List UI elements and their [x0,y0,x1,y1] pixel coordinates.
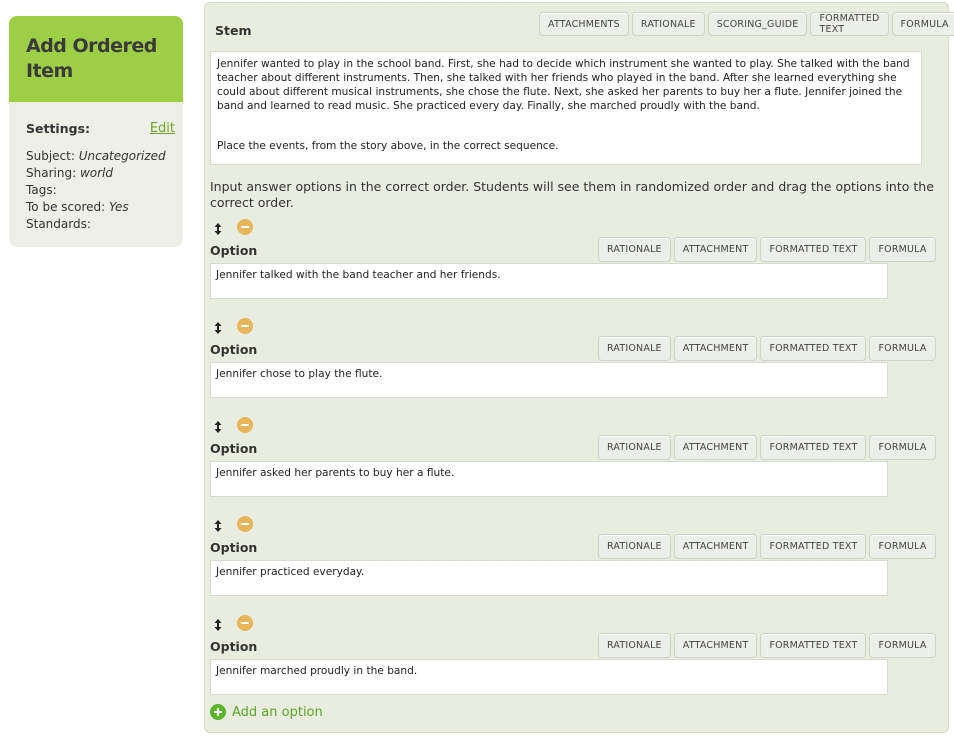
stem-rationale-button[interactable]: RATIONALE [631,12,705,36]
option-formula-button[interactable]: FORMULA [869,633,936,658]
option-input[interactable]: Jennifer chose to play the flute. [210,362,888,398]
drag-handle-icon[interactable] [213,619,223,631]
option-input[interactable]: Jennifer talked with the band teacher an… [210,263,888,299]
stem-toolbar: ATTACHMENTS RATIONALE SCORING_GUIDE FORMATT… [539,12,954,36]
option-toolbar: RATIONALE ATTACHMENT FORMATTED TEXT FORMULA [598,336,936,361]
stem-label: Stem [215,23,252,38]
option-rationale-button[interactable]: RATIONALE [598,336,671,361]
option-toolbar: RATIONALE ATTACHMENT FORMATTED TEXT FORMULA [598,534,936,559]
add-option-button[interactable]: Add an option [210,704,323,720]
option-label: Option [210,243,258,258]
option-formula-button[interactable]: FORMULA [869,237,936,262]
setting-label: Tags: [26,183,57,197]
answer-option: Option RATIONALE ATTACHMENT FORMATTED TEXT F… [205,604,948,703]
setting-value: Uncategorized [78,149,166,163]
answer-option: Option RATIONALE ATTACHMENT FORMATTED TEXT F… [205,307,948,406]
setting-row: Sharing: world [26,165,175,182]
option-attachment-button[interactable]: ATTACHMENT [673,534,758,559]
panel-header: Add Ordered Item [9,16,183,102]
option-attachment-button[interactable]: ATTACHMENT [673,336,758,361]
option-formatted-text-button[interactable]: FORMATTED TEXT [760,336,867,361]
option-label: Option [210,441,258,456]
drag-handle-icon[interactable] [213,322,223,334]
option-toolbar: RATIONALE ATTACHMENT FORMATTED TEXT FORMULA [598,237,936,262]
drag-handle-icon[interactable] [213,223,223,235]
option-formatted-text-button[interactable]: FORMATTED TEXT [760,633,867,658]
option-label: Option [210,342,258,357]
item-settings-panel: Add Ordered Item Settings: Edit Subject:… [9,16,183,247]
drag-handle-icon[interactable] [213,520,223,532]
stem-scoring-guide-button[interactable]: SCORING_GUIDE [707,12,808,36]
setting-label: To be scored: [26,200,109,214]
setting-row: Tags: [26,182,175,199]
option-formula-button[interactable]: FORMULA [869,534,936,559]
setting-label: Sharing: [26,166,80,180]
plus-circle-icon [210,704,226,720]
option-label: Option [210,639,258,654]
option-attachment-button[interactable]: ATTACHMENT [673,237,758,262]
option-rationale-button[interactable]: RATIONALE [598,633,671,658]
option-attachment-button[interactable]: ATTACHMENT [673,435,758,460]
settings-label: Settings: [26,121,91,136]
item-editor: Stem ATTACHMENTS RATIONALE SCORING_GUIDE FO… [204,2,954,733]
drag-handle-icon[interactable] [213,421,223,433]
option-label: Option [210,540,258,555]
stem-attachments-button[interactable]: ATTACHMENTS [539,12,629,36]
option-rationale-button[interactable]: RATIONALE [598,435,671,460]
add-option-label: Add an option [232,704,323,720]
answer-option: Option RATIONALE ATTACHMENT FORMATTED TEXT F… [205,505,948,604]
edit-settings-link[interactable]: Edit [150,120,175,137]
option-input[interactable]: Jennifer practiced everyday. [210,560,888,596]
option-toolbar: RATIONALE ATTACHMENT FORMATTED TEXT FORMULA [598,435,936,460]
setting-value: Yes [108,200,129,214]
answer-option: Option RATIONALE ATTACHMENT FORMATTED TEXT F… [205,208,948,307]
remove-option-icon[interactable] [237,219,253,235]
setting-row: To be scored: Yes [26,199,175,216]
option-toolbar: RATIONALE ATTACHMENT FORMATTED TEXT FORMULA [598,633,936,658]
setting-row: Standards: [26,216,175,233]
option-formatted-text-button[interactable]: FORMATTED TEXT [760,435,867,460]
setting-value: world [79,166,113,180]
option-formula-button[interactable]: FORMULA [869,435,936,460]
stem-formatted-text-button[interactable]: FORMATTED TEXT [810,12,889,36]
option-attachment-button[interactable]: ATTACHMENT [673,633,758,658]
option-formatted-text-button[interactable]: FORMATTED TEXT [760,534,867,559]
remove-option-icon[interactable] [237,417,253,433]
answer-option: Option RATIONALE ATTACHMENT FORMATTED TEXT F… [205,406,948,505]
option-rationale-button[interactable]: RATIONALE [598,237,671,262]
stem-formula-button[interactable]: FORMULA [891,12,954,36]
setting-row: Subject: Uncategorized [26,148,175,165]
option-formatted-text-button[interactable]: FORMATTED TEXT [760,237,867,262]
remove-option-icon[interactable] [237,516,253,532]
remove-option-icon[interactable] [237,615,253,631]
setting-label: Standards: [26,217,91,231]
option-input[interactable]: Jennifer asked her parents to buy her a … [210,461,888,497]
remove-option-icon[interactable] [237,318,253,334]
stem-question: Place the events, from the story above, … [217,140,559,152]
page-title: Add Ordered Item [26,35,157,82]
stem-passage: Jennifer wanted to play in the school ba… [217,58,910,112]
option-input[interactable]: Jennifer marched proudly in the band. [210,659,888,695]
stem-editor[interactable]: Jennifer wanted to play in the school ba… [210,51,922,165]
setting-label: Subject: [26,149,79,163]
option-rationale-button[interactable]: RATIONALE [598,534,671,559]
instructions-text: Input answer options in the correct orde… [210,179,934,210]
option-formula-button[interactable]: FORMULA [869,336,936,361]
